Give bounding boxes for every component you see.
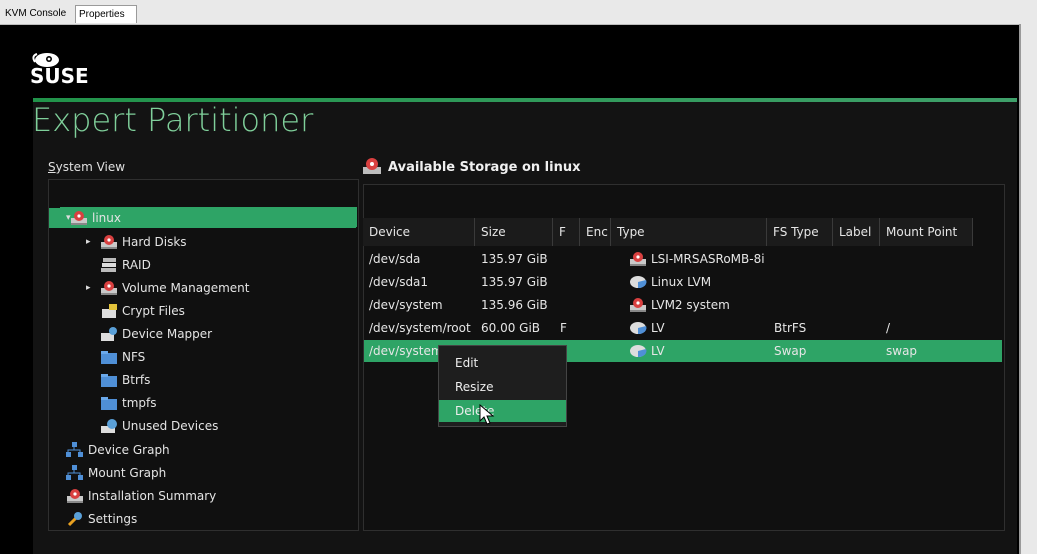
column-header-device[interactable]: Device <box>363 218 475 246</box>
cell-size: 135.97 GiB <box>481 252 548 266</box>
context-menu-edit[interactable]: Edit <box>439 352 566 374</box>
lv-icon <box>629 343 647 359</box>
folder-icon <box>100 349 118 365</box>
column-header-label[interactable]: Label <box>833 218 880 246</box>
raid-icon <box>100 257 118 273</box>
cell-type: LSI-MRSASRoMB-8i <box>651 252 765 266</box>
storage-title: Available Storage on linux <box>362 158 581 175</box>
tree-item-label: tmpfs <box>122 396 157 410</box>
system-view-label: System View <box>48 160 126 174</box>
device-mapper-icon <box>100 326 118 342</box>
table-row[interactable]: /dev/sda 135.97 GiB LSI-MRSASRoMB-8i <box>364 248 1002 270</box>
tab-properties[interactable]: Properties <box>75 5 137 23</box>
column-header-type[interactable]: Type <box>611 218 767 246</box>
cell-device: /dev/system/root <box>369 321 471 335</box>
tree-item-label: Hard Disks <box>122 235 187 249</box>
cell-f: F <box>560 321 567 335</box>
lv-icon <box>629 274 647 290</box>
cell-type: LV <box>651 344 665 358</box>
cell-type: LVM2 system <box>651 298 730 312</box>
tree-item-label: linux <box>92 211 121 225</box>
column-header-f[interactable]: F <box>553 218 580 246</box>
suse-logo-text: SUSE <box>30 64 89 88</box>
disk-icon <box>100 234 118 250</box>
context-menu: Edit Resize Delete <box>438 345 567 427</box>
tree-item-label: RAID <box>122 258 151 272</box>
tree-item-label: Btrfs <box>122 373 151 387</box>
crypt-icon <box>100 303 118 319</box>
cell-mount: swap <box>886 344 918 358</box>
graph-icon <box>66 442 84 458</box>
wrench-icon <box>66 511 84 527</box>
disk-icon <box>66 488 84 504</box>
cell-device: /dev/sda <box>369 252 421 266</box>
disk-icon <box>100 280 118 296</box>
column-header-fs-type[interactable]: FS Type <box>767 218 833 246</box>
table-row[interactable]: /dev/system/root 60.00 GiB F LV BtrFS / <box>364 317 1002 339</box>
context-menu-resize[interactable]: Resize <box>439 376 566 398</box>
cell-fs-type: Swap <box>774 344 807 358</box>
column-header-mount-point[interactable]: Mount Point <box>880 218 973 246</box>
disk-icon <box>363 158 381 174</box>
page-title: Expert Partitioner <box>32 101 314 139</box>
cell-device: /dev/system/ <box>369 344 447 358</box>
tree-item-label: Crypt Files <box>122 304 185 318</box>
tree-item-label: Device Graph <box>88 443 170 457</box>
tree-item-label: Unused Devices <box>122 419 219 433</box>
cell-fs-type: BtrFS <box>774 321 807 335</box>
folder-icon <box>100 395 118 411</box>
table-row[interactable]: /dev/system 135.96 GiB LVM2 system <box>364 294 1002 316</box>
folder-icon <box>100 372 118 388</box>
lv-icon <box>629 320 647 336</box>
tab-kvm-console[interactable]: KVM Console <box>2 5 75 23</box>
tree-item-label: NFS <box>122 350 146 364</box>
cell-size: 60.00 GiB <box>481 321 541 335</box>
cell-device: /dev/system <box>369 298 443 312</box>
kvm-tab-strip: KVM Console Properties <box>0 0 1037 25</box>
disk-icon <box>70 210 88 226</box>
context-menu-delete[interactable]: Delete <box>439 400 566 422</box>
cell-size: 135.96 GiB <box>481 298 548 312</box>
tree-item-label: Settings <box>88 512 138 526</box>
cell-size: 135.97 GiB <box>481 275 548 289</box>
column-header-size[interactable]: Size <box>475 218 553 246</box>
cell-device: /dev/sda1 <box>369 275 429 289</box>
disk-icon <box>629 297 647 313</box>
column-header-enc[interactable]: Enc <box>580 218 611 246</box>
table-row[interactable]: /dev/sda1 135.97 GiB Linux LVM <box>364 271 1002 293</box>
cell-type: LV <box>651 321 665 335</box>
disk-icon <box>629 251 647 267</box>
window-frame <box>1019 24 1037 554</box>
mouse-cursor-icon <box>479 404 495 425</box>
tree-item-label: Device Mapper <box>122 327 213 341</box>
tree-item-label: Mount Graph <box>88 466 167 480</box>
unused-devices-icon <box>100 418 118 434</box>
tree-expander-icon[interactable]: ▸ <box>86 237 91 247</box>
tree-expander-icon[interactable]: ▸ <box>86 283 91 293</box>
tree-item-label: Volume Management <box>122 281 250 295</box>
graph-icon <box>66 465 84 481</box>
cell-type: Linux LVM <box>651 275 712 289</box>
tree-item-label: Installation Summary <box>88 489 217 503</box>
cell-mount: / <box>886 321 891 335</box>
